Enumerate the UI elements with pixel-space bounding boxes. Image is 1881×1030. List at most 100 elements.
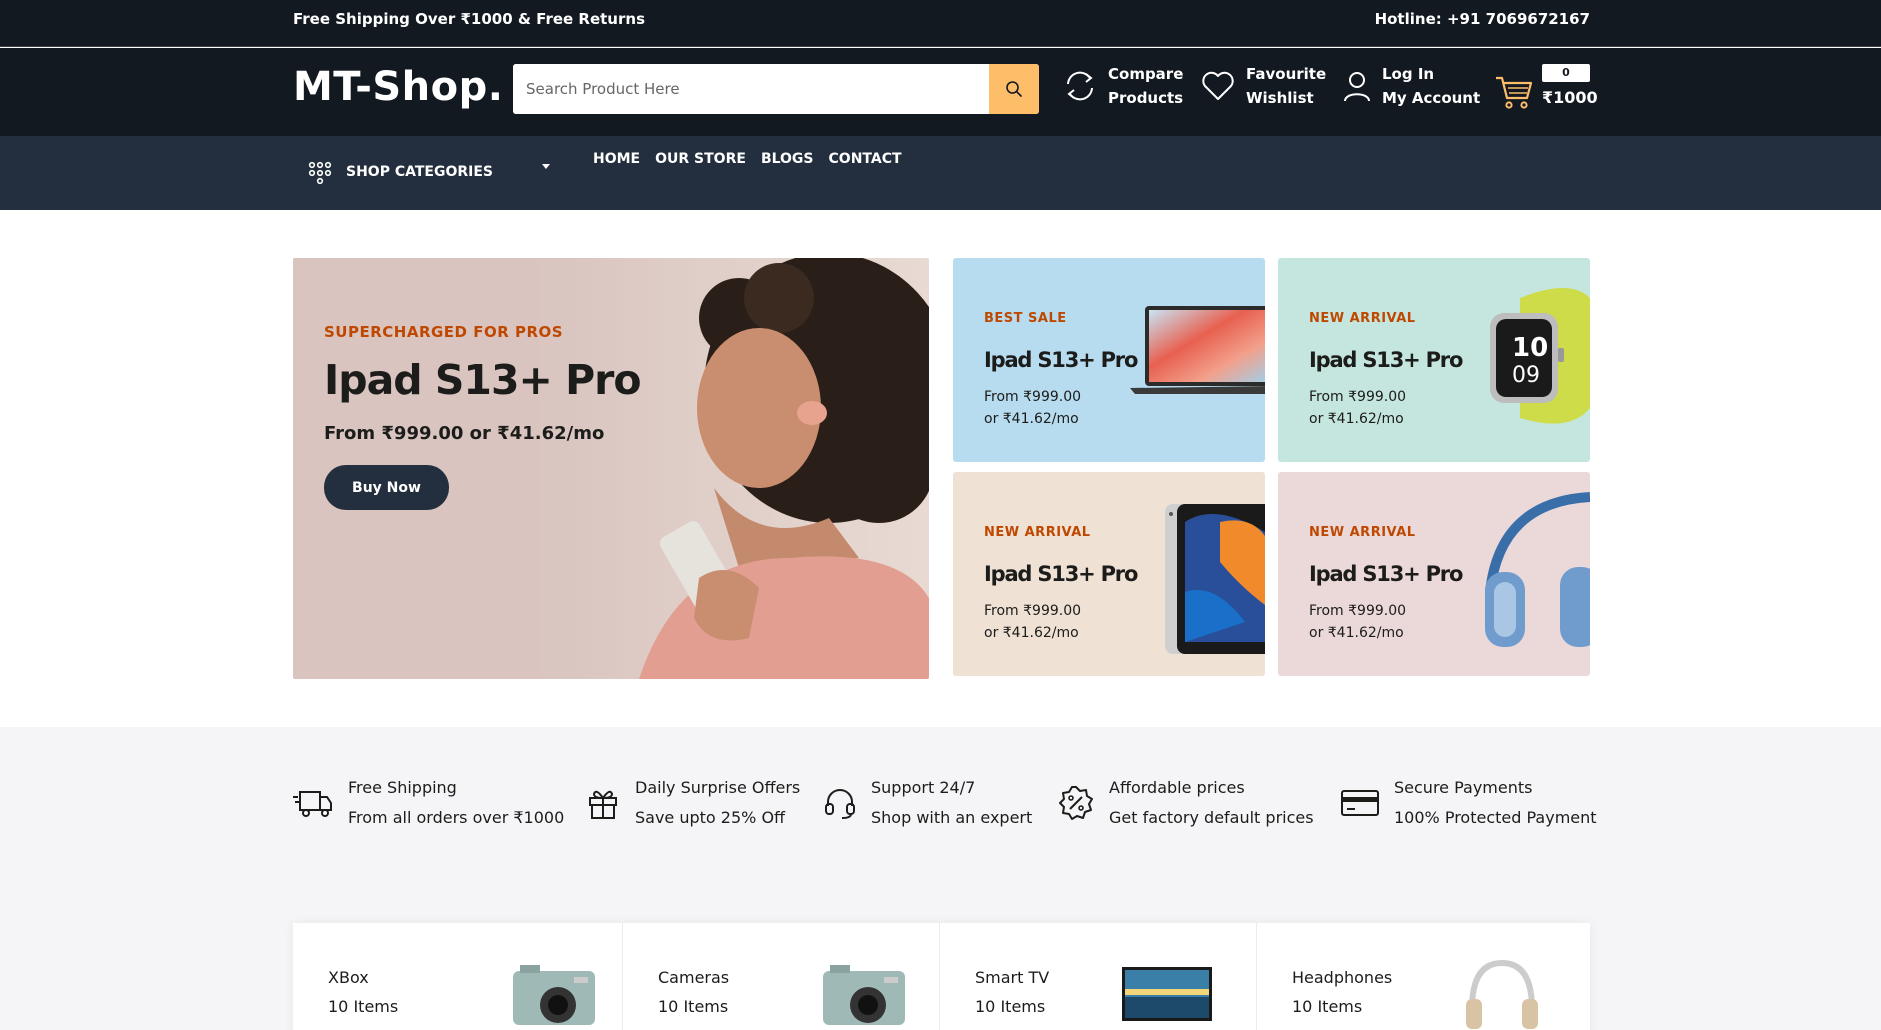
main-banner-title: Ipad S13+ Pro <box>324 356 642 404</box>
category-item[interactable]: XBox 10 Items <box>293 923 623 1030</box>
camera-icon <box>513 965 595 1025</box>
headphones-icon <box>1466 959 1538 1029</box>
promo-tile-tablet[interactable]: NEW ARRIVAL Ipad S13+ Pro From ₹999.00 o… <box>953 472 1265 676</box>
service-affordable: Affordable prices Get factory default pr… <box>1058 773 1314 833</box>
tile-price: From ₹999.00 <box>984 603 1082 619</box>
banner-image <box>529 258 929 679</box>
hotline[interactable]: Hotline: +91 7069672167 <box>1375 10 1590 28</box>
category-name: Cameras <box>658 968 730 987</box>
account-label-2: My Account <box>1382 89 1481 107</box>
tile-title: Ipad S13+ Pro <box>984 348 1138 372</box>
tv-icon <box>1122 967 1212 1021</box>
tile-monthly: or ₹41.62/mo <box>1309 411 1404 427</box>
service-subtitle: Shop with an expert <box>871 808 1033 827</box>
service-subtitle: Get factory default prices <box>1109 808 1314 827</box>
svg-text:10: 10 <box>1512 333 1548 363</box>
nav-our-store[interactable]: OUR STORE <box>655 151 746 167</box>
tile-kicker: NEW ARRIVAL <box>1309 525 1416 540</box>
buy-now-button[interactable]: Buy Now <box>324 465 449 510</box>
category-item[interactable]: Cameras 10 Items <box>623 923 940 1030</box>
compare-label-1: Compare <box>1108 65 1184 83</box>
service-title: Affordable prices <box>1109 778 1245 797</box>
search-button[interactable] <box>989 64 1039 114</box>
nav-home[interactable]: HOME <box>593 151 640 167</box>
shop-categories-dropdown[interactable]: SHOP CATEGORIES <box>306 158 550 186</box>
tile-title: Ipad S13+ Pro <box>1309 562 1463 586</box>
tile-kicker: NEW ARRIVAL <box>984 525 1091 540</box>
tile-monthly: or ₹41.62/mo <box>1309 625 1404 641</box>
shipping-notice: Free Shipping Over ₹1000 & Free Returns <box>293 10 645 28</box>
search-bar <box>513 64 1039 114</box>
camera-icon <box>823 965 905 1025</box>
main-banner[interactable]: SUPERCHARGED FOR PROS Ipad S13+ Pro From… <box>293 258 929 679</box>
promo-tile-headphones[interactable]: NEW ARRIVAL Ipad S13+ Pro From ₹999.00 o… <box>1278 472 1590 676</box>
search-icon <box>1006 81 1022 97</box>
service-support: Support 24/7 Shop with an expert <box>824 773 1032 833</box>
service-title: Support 24/7 <box>871 778 976 797</box>
wishlist-link[interactable]: Favourite Wishlist <box>1200 62 1326 110</box>
search-input[interactable] <box>513 64 989 114</box>
tile-kicker: NEW ARRIVAL <box>1309 311 1416 326</box>
category-name: Smart TV <box>975 968 1050 987</box>
shop-categories-label: SHOP CATEGORIES <box>346 164 493 180</box>
promo-tile-laptop[interactable]: BEST SALE Ipad S13+ Pro From ₹999.00 or … <box>953 258 1265 462</box>
wishlist-label-2: Wishlist <box>1246 89 1314 107</box>
tile-monthly: or ₹41.62/mo <box>984 625 1079 641</box>
headphones-image <box>1485 492 1590 647</box>
main-header: MT-Shop. Compare Products Favourite Wish… <box>0 48 1881 136</box>
category-count: 10 Items <box>658 997 729 1016</box>
service-subtitle: Save upto 25% Off <box>635 808 786 827</box>
logo[interactable]: MT-Shop. <box>293 64 503 110</box>
nav-menu: HOME OUR STORE BLOGS CONTACT <box>593 151 902 167</box>
tile-price: From ₹999.00 <box>984 389 1082 405</box>
category-count: 10 Items <box>328 997 399 1016</box>
category-name: XBox <box>328 968 369 987</box>
service-subtitle: 100% Protected Payment <box>1394 808 1597 827</box>
main-banner-price: From ₹999.00 or ₹41.62/mo <box>324 423 605 444</box>
headphone-icon <box>825 789 855 819</box>
service-title: Free Shipping <box>348 778 457 797</box>
cart-total: ₹1000 <box>1542 88 1598 107</box>
discount-badge-icon <box>1059 786 1093 820</box>
top-strip: Free Shipping Over ₹1000 & Free Returns … <box>0 0 1881 47</box>
watch-image: 10 09 <box>1490 288 1590 424</box>
account-link[interactable]: Log In My Account <box>1342 62 1480 110</box>
tile-monthly: or ₹41.62/mo <box>984 411 1079 427</box>
tile-price: From ₹999.00 <box>1309 389 1407 405</box>
compare-products-link[interactable]: Compare Products <box>1062 62 1183 110</box>
grid-dots-icon <box>308 161 332 185</box>
cart-icon <box>1496 76 1533 109</box>
category-count: 10 Items <box>1292 997 1363 1016</box>
heart-icon <box>1202 71 1234 100</box>
nav-blogs[interactable]: BLOGS <box>761 151 814 167</box>
chevron-down-icon <box>542 164 550 169</box>
cart-count-badge: 0 <box>1542 64 1590 82</box>
svg-text:09: 09 <box>1512 363 1540 388</box>
credit-card-icon <box>1341 790 1379 816</box>
laptop-image <box>1130 306 1265 394</box>
nav-contact[interactable]: CONTACT <box>829 151 902 167</box>
category-item[interactable]: Headphones 10 Items <box>1257 923 1590 1030</box>
truck-icon <box>293 791 332 817</box>
promo-tile-watch[interactable]: 10 09 NEW ARRIVAL Ipad S13+ Pro From ₹99… <box>1278 258 1590 462</box>
service-secure-payments: Secure Payments 100% Protected Payment <box>1341 773 1597 833</box>
user-icon <box>1344 72 1370 102</box>
tablet-image <box>1165 504 1265 654</box>
tile-title: Ipad S13+ Pro <box>1309 348 1463 372</box>
category-item[interactable]: Smart TV 10 Items <box>940 923 1257 1030</box>
wishlist-label-1: Favourite <box>1246 65 1327 83</box>
gift-icon <box>589 790 617 819</box>
compare-icon <box>1067 71 1093 101</box>
service-subtitle: From all orders over ₹1000 <box>348 808 565 827</box>
cart-link[interactable]: 0 ₹1000 <box>1494 64 1598 112</box>
tile-price: From ₹999.00 <box>1309 603 1407 619</box>
tile-title: Ipad S13+ Pro <box>984 562 1138 586</box>
service-title: Daily Surprise Offers <box>635 778 801 797</box>
category-count: 10 Items <box>975 997 1046 1016</box>
main-nav: SHOP CATEGORIES HOME OUR STORE BLOGS CON… <box>0 136 1881 210</box>
service-daily-offers: Daily Surprise Offers Save upto 25% Off <box>586 773 800 833</box>
categories-card: XBox 10 Items Cameras 10 Items Smart TV … <box>293 923 1590 1030</box>
service-title: Secure Payments <box>1394 778 1533 797</box>
compare-label-2: Products <box>1108 89 1184 107</box>
tile-kicker: BEST SALE <box>984 311 1067 326</box>
